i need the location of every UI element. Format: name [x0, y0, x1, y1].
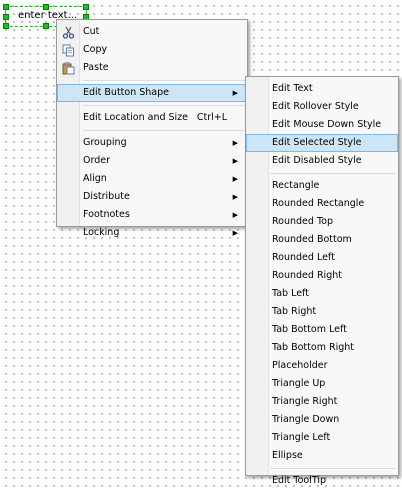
menu-item-label: Ellipse [272, 450, 303, 461]
submenu-item-rectangle[interactable]: Rectangle [246, 177, 398, 195]
submenu-arrow-icon: ▶ [232, 193, 238, 201]
menu-item-label: Align [83, 173, 107, 184]
submenu-item-edit-selected-style[interactable]: Edit Selected Style [246, 134, 398, 152]
menu-separator [83, 130, 245, 131]
submenu-item-tab-left[interactable]: Tab Left [246, 285, 398, 303]
copy-icon [61, 43, 75, 57]
menu-item-label: Edit Button Shape [83, 87, 170, 98]
menu-item-footnotes[interactable]: Footnotes ▶ [57, 206, 247, 224]
menu-separator [83, 80, 245, 81]
resize-handle-n[interactable] [43, 4, 49, 10]
menu-item-label: Edit Disabled Style [272, 155, 362, 166]
menu-item-order[interactable]: Order ▶ [57, 152, 247, 170]
menu-item-label: Locking [83, 227, 120, 238]
submenu-item-tab-right[interactable]: Tab Right [246, 303, 398, 321]
menu-item-label: Paste [83, 62, 109, 73]
resize-handle-nw[interactable] [3, 4, 9, 10]
menu-item-label: Copy [83, 44, 108, 55]
menu-item-paste[interactable]: Paste [57, 59, 247, 77]
menu-item-label: Placeholder [272, 360, 328, 371]
submenu-item-triangle-up[interactable]: Triangle Up [246, 375, 398, 393]
menu-item-label: Grouping [83, 137, 127, 148]
scissors-icon [61, 25, 75, 39]
resize-handle-w[interactable] [3, 14, 9, 20]
submenu-arrow-icon: ▶ [232, 175, 238, 183]
submenu-item-triangle-right[interactable]: Triangle Right [246, 393, 398, 411]
submenu-item-rounded-bottom[interactable]: Rounded Bottom [246, 231, 398, 249]
menu-separator [83, 105, 245, 106]
menu-separator [270, 468, 396, 469]
menu-item-label: Triangle Right [272, 396, 338, 407]
submenu-item-placeholder[interactable]: Placeholder [246, 357, 398, 375]
menu-item-label: Tab Left [272, 288, 309, 299]
menu-item-label: Triangle Up [272, 378, 326, 389]
submenu-arrow-icon: ▶ [232, 89, 238, 97]
menu-item-label: Triangle Down [272, 414, 340, 425]
menu-item-label: Tab Bottom Left [272, 324, 347, 335]
menu-item-label: Tab Bottom Right [272, 342, 354, 353]
context-menu: Cut Copy Paste Edit Button Shape ▶ Edit … [56, 19, 248, 238]
menu-item-label: Edit Rollover Style [272, 101, 359, 112]
menu-item-label: Edit Location and Size [83, 112, 189, 123]
submenu-item-edit-mouse-down-style[interactable]: Edit Mouse Down Style [246, 116, 398, 134]
resize-handle-sw[interactable] [3, 23, 9, 29]
menu-item-label: Footnotes [83, 209, 130, 220]
menu-item-copy[interactable]: Copy [57, 41, 247, 59]
menu-item-edit-button-shape[interactable]: Edit Button Shape ▶ [57, 84, 247, 102]
submenu-arrow-icon: ▶ [232, 157, 238, 165]
menu-item-label: Rounded Left [272, 252, 335, 263]
menu-item-cut[interactable]: Cut [57, 23, 247, 41]
menu-item-label: Rounded Right [272, 270, 342, 281]
menu-item-align[interactable]: Align ▶ [57, 170, 247, 188]
submenu-item-edit-text[interactable]: Edit Text [246, 80, 398, 98]
submenu-item-tab-bottom-right[interactable]: Tab Bottom Right [246, 339, 398, 357]
paste-icon [61, 61, 75, 75]
menu-separator [270, 173, 396, 174]
menu-item-label: Edit ToolTip [272, 475, 327, 486]
submenu-item-tab-bottom-left[interactable]: Tab Bottom Left [246, 321, 398, 339]
submenu-arrow-icon: ▶ [232, 139, 238, 147]
menu-item-label: Rounded Rectangle [272, 198, 365, 209]
menu-item-label: Edit Text [272, 83, 313, 94]
submenu-item-triangle-left[interactable]: Triangle Left [246, 429, 398, 447]
submenu-arrow-icon: ▶ [232, 211, 238, 219]
menu-item-distribute[interactable]: Distribute ▶ [57, 188, 247, 206]
menu-item-label: Edit Mouse Down Style [272, 119, 382, 130]
menu-item-label: Rounded Top [272, 216, 333, 227]
submenu-item-edit-rollover-style[interactable]: Edit Rollover Style [246, 98, 398, 116]
menu-item-shortcut: Ctrl+L [196, 112, 227, 123]
submenu-item-rounded-right[interactable]: Rounded Right [246, 267, 398, 285]
menu-item-label: Edit Selected Style [272, 137, 362, 148]
resize-handle-s[interactable] [43, 23, 49, 29]
menu-item-label: Order [83, 155, 110, 166]
menu-item-label: Tab Right [272, 306, 317, 317]
submenu-item-rounded-left[interactable]: Rounded Left [246, 249, 398, 267]
menu-item-label: Rounded Bottom [272, 234, 352, 245]
submenu-item-triangle-down[interactable]: Triangle Down [246, 411, 398, 429]
edit-button-shape-submenu: Edit Text Edit Rollover Style Edit Mouse… [245, 76, 399, 486]
resize-handle-ne[interactable] [83, 4, 89, 10]
menu-item-edit-location-size[interactable]: Edit Location and Size Ctrl+L [57, 109, 247, 127]
menu-item-grouping[interactable]: Grouping ▶ [57, 134, 247, 152]
menu-item-label: Distribute [83, 191, 130, 202]
menu-item-locking[interactable]: Locking ▶ [57, 224, 247, 242]
menu-item-label: Cut [83, 26, 100, 37]
submenu-item-edit-disabled-style[interactable]: Edit Disabled Style [246, 152, 398, 170]
submenu-item-edit-tooltip[interactable]: Edit ToolTip [246, 472, 398, 490]
submenu-arrow-icon: ▶ [232, 229, 238, 237]
submenu-item-rounded-top[interactable]: Rounded Top [246, 213, 398, 231]
menu-item-label: Triangle Left [272, 432, 331, 443]
submenu-item-ellipse[interactable]: Ellipse [246, 447, 398, 465]
menu-item-label: Rectangle [272, 180, 320, 191]
submenu-item-rounded-rectangle[interactable]: Rounded Rectangle [246, 195, 398, 213]
